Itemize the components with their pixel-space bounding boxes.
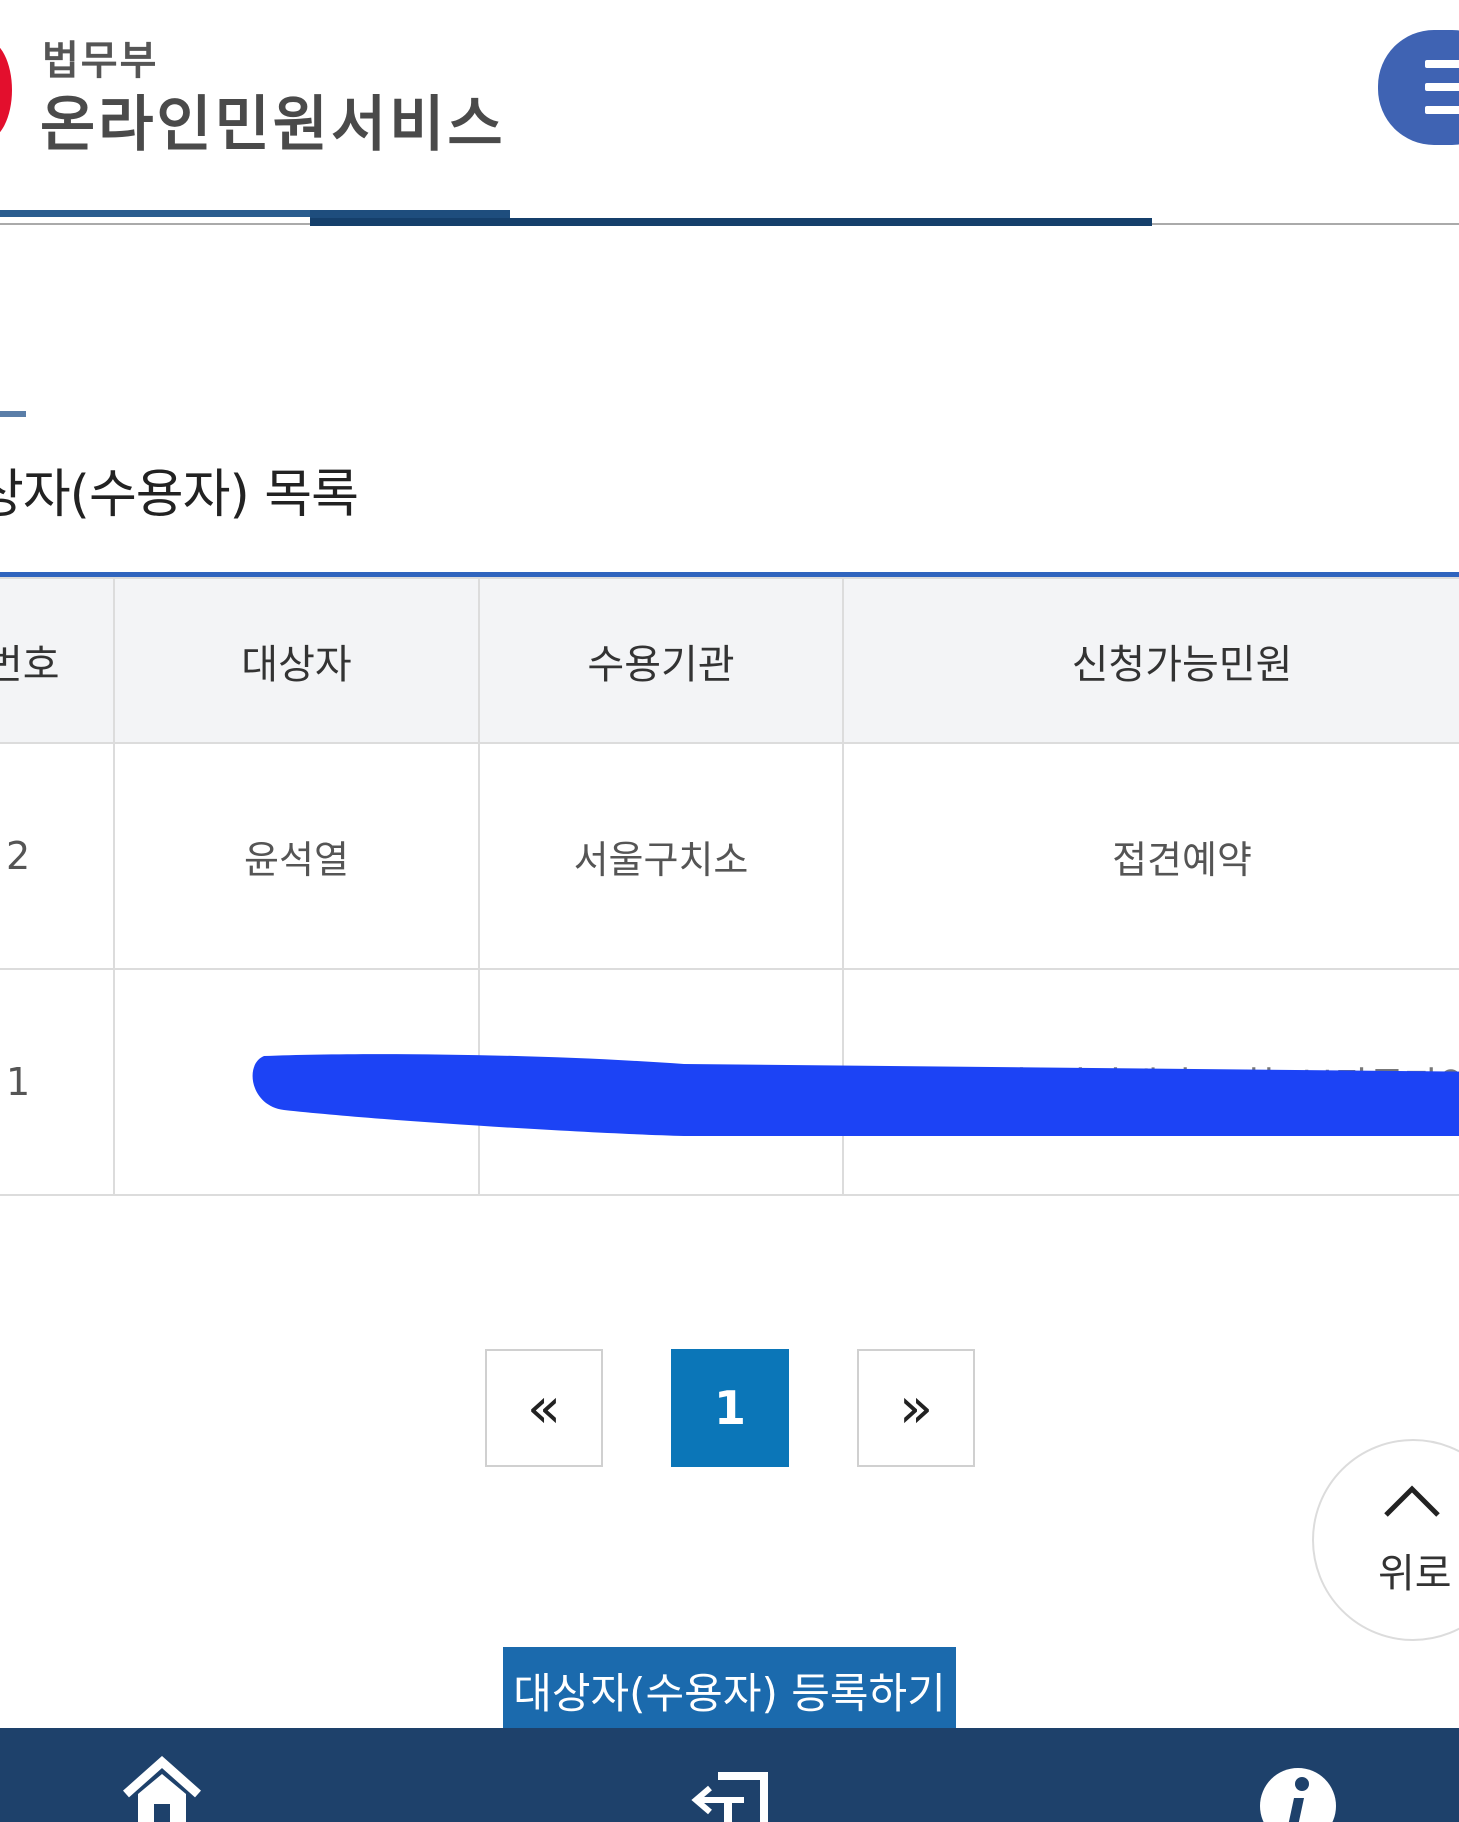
nav-indicator-progress <box>310 218 1152 226</box>
pagination-last-button[interactable]: » <box>857 1349 975 1467</box>
row-number: 2 <box>0 742 115 970</box>
header-number: 번호 <box>0 577 115 744</box>
login-icon[interactable] <box>688 1772 768 1822</box>
redaction-scribble <box>252 1054 1459 1136</box>
pagination-page-1[interactable]: 1 <box>671 1349 789 1467</box>
row-number: 1 <box>0 968 115 1196</box>
row-inmate-name[interactable]: 윤석열 <box>113 742 480 970</box>
menu-button[interactable] <box>1378 30 1459 145</box>
page-title: 상자(수용자) 목록 <box>0 465 359 525</box>
header-inmate: 대상자 <box>113 577 480 744</box>
scroll-top-label: 위로 <box>1378 1551 1452 1597</box>
service-title[interactable]: 온라인민원서비스 <box>40 76 506 163</box>
header-services: 신청가능민원 <box>842 577 1459 744</box>
table-row[interactable]: 2 윤석열 서울구치소 접견예약 <box>0 742 1459 970</box>
row-services[interactable]: 접견예약 <box>842 742 1459 970</box>
pagination-first-button[interactable]: « <box>485 1349 603 1467</box>
chevron-up-icon <box>1384 1485 1440 1517</box>
header-institution: 수용기관 <box>478 577 844 744</box>
row-institution: 서울구치소 <box>478 742 844 970</box>
ministry-logo-icon[interactable] <box>0 40 12 140</box>
title-accent <box>0 411 26 417</box>
site-header: 법무부 온라인민원서비스 <box>0 0 1459 230</box>
hamburger-icon-bar <box>1425 106 1459 114</box>
hamburger-icon <box>1425 60 1459 68</box>
home-icon[interactable] <box>122 1756 202 1822</box>
bottom-navigation <box>0 1728 1459 1822</box>
hamburger-icon-bar <box>1425 83 1459 91</box>
table-header-row: 번호 대상자 수용기관 신청가능민원 <box>0 577 1459 744</box>
nav-indicator <box>0 210 310 217</box>
scroll-top-button[interactable]: 위로 <box>1312 1439 1459 1641</box>
info-icon[interactable] <box>1258 1766 1338 1822</box>
register-inmate-button[interactable]: 대상자(수용자) 등록하기 <box>503 1647 956 1733</box>
